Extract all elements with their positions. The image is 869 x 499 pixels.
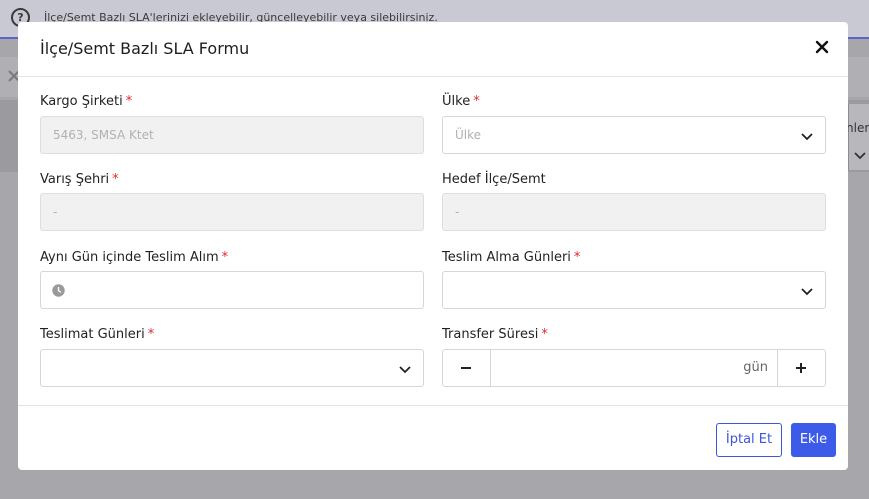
pickup-days-label: Teslim Alma Günleri *	[442, 250, 581, 265]
increment-button[interactable]	[777, 350, 825, 386]
chevron-down-icon	[801, 288, 813, 296]
decrement-button[interactable]	[443, 350, 491, 386]
close-icon[interactable]	[813, 38, 831, 56]
modal-footer: İptal Et Ekle	[18, 405, 848, 471]
target-district-label: Hedef İlçe/Semt	[442, 172, 546, 187]
required-marker: *	[541, 327, 548, 342]
delivery-days-select[interactable]	[40, 349, 424, 387]
same-day-pickup-label: Aynı Gün içinde Teslim Alım *	[40, 250, 229, 265]
cargo-company-value: 5463, SMSA Ktet	[53, 128, 154, 142]
clock-icon	[52, 284, 65, 297]
chevron-down-icon	[853, 147, 867, 161]
same-day-pickup-time-input[interactable]	[40, 271, 424, 309]
background-filter-label: nler	[846, 121, 869, 135]
required-marker: *	[112, 172, 119, 187]
add-button[interactable]: Ekle	[791, 423, 836, 457]
chevron-down-icon	[399, 366, 411, 374]
plus-icon	[796, 363, 806, 373]
country-label: Ülke *	[442, 94, 480, 109]
destination-city-value: -	[53, 205, 58, 219]
transfer-time-label: Transfer Süresi *	[442, 327, 548, 342]
country-placeholder: Ülke	[455, 128, 482, 142]
delivery-days-label: Teslimat Günleri *	[40, 327, 155, 342]
cargo-company-field: 5463, SMSA Ktet	[40, 116, 424, 154]
minus-icon	[461, 367, 471, 369]
transfer-time-input[interactable]	[491, 350, 731, 386]
required-marker: *	[221, 250, 229, 265]
required-marker: *	[147, 327, 155, 342]
destination-city-field: -	[40, 193, 424, 231]
chevron-down-icon	[801, 133, 813, 141]
modal-header: İlçe/Semt Bazlı SLA Formu	[18, 22, 848, 77]
required-marker: *	[473, 94, 480, 109]
destination-city-label: Varış Şehri *	[40, 172, 119, 187]
required-marker: *	[125, 94, 133, 109]
transfer-time-unit: gün	[743, 360, 768, 375]
target-district-value: -	[455, 205, 460, 219]
transfer-time-stepper: gün	[442, 349, 826, 387]
modal-title: İlçe/Semt Bazlı SLA Formu	[40, 39, 250, 58]
cancel-button[interactable]: İptal Et	[716, 423, 782, 457]
required-marker: *	[573, 250, 581, 265]
cargo-company-label: Kargo Şirketi *	[40, 94, 133, 109]
country-select[interactable]: Ülke	[442, 116, 826, 154]
pickup-days-select[interactable]	[442, 271, 826, 309]
target-district-field: -	[442, 193, 826, 231]
sla-form-modal: İlçe/Semt Bazlı SLA Formu Kargo Şirketi *…	[18, 22, 848, 470]
